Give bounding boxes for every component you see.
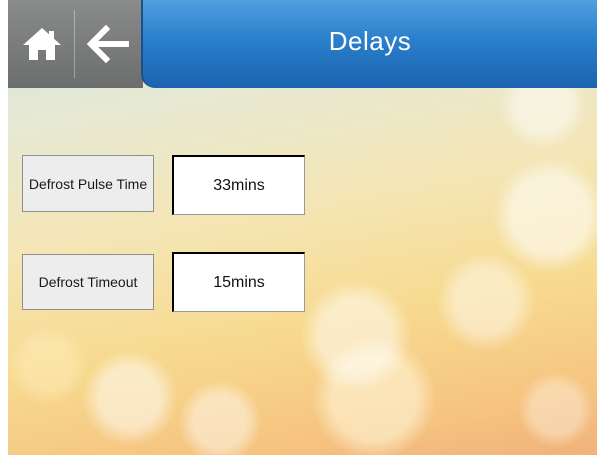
back-button[interactable] [84, 20, 132, 68]
defrost-timeout-field[interactable]: 15mins [172, 252, 305, 312]
arrow-left-icon [86, 24, 129, 64]
screen: Delays Defrost Pulse Time 33mins Defrost… [8, 0, 597, 455]
defrost-pulse-time-label-text: Defrost Pulse Time [28, 175, 148, 192]
defrost-timeout-value: 15mins [213, 273, 265, 291]
defrost-timeout-label: Defrost Timeout [22, 254, 154, 310]
home-button[interactable] [18, 20, 66, 68]
home-icon [23, 28, 61, 60]
title-bar: Delays [141, 0, 597, 88]
defrost-pulse-time-field[interactable]: 33mins [172, 155, 305, 215]
defrost-pulse-time-label: Defrost Pulse Time [22, 155, 154, 212]
defrost-pulse-time-value: 33mins [213, 176, 265, 194]
defrost-timeout-label-text: Defrost Timeout [38, 274, 138, 290]
nav-bar [8, 0, 143, 88]
nav-divider [74, 10, 75, 78]
page-title: Delays [328, 26, 412, 56]
